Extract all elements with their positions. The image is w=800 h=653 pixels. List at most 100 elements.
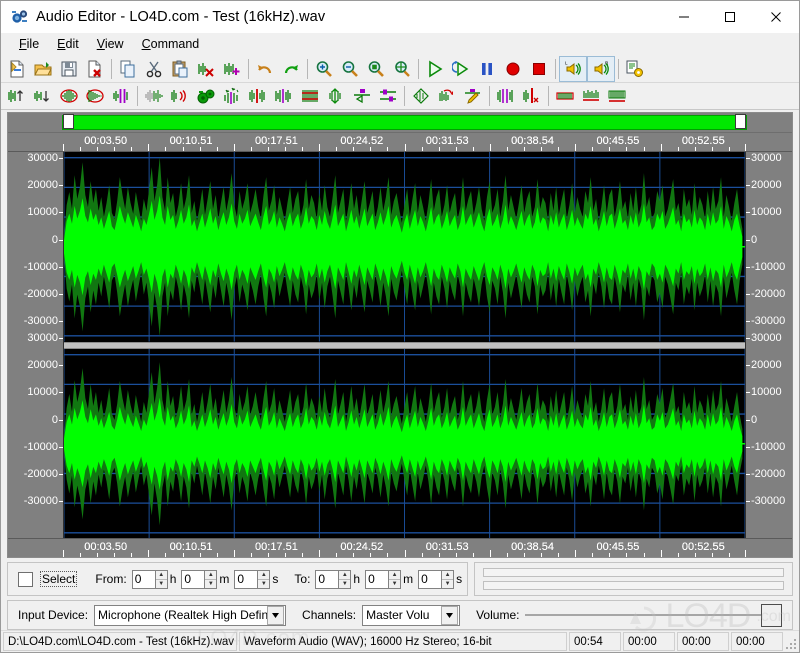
zoom-out-button[interactable] [337, 57, 363, 81]
stop-button[interactable] [526, 57, 552, 81]
paste-button[interactable] [167, 57, 193, 81]
expand-button[interactable] [323, 84, 349, 108]
from-hours-stepper[interactable]: ▲▼ [131, 569, 168, 589]
time-ruler-tick-minor [728, 147, 730, 151]
mix-button[interactable] [375, 84, 401, 108]
channel-view-2-button[interactable] [578, 84, 604, 108]
from-minutes-stepper[interactable]: ▲▼ [181, 569, 218, 589]
record-button[interactable] [500, 57, 526, 81]
chevron-down-icon[interactable] [441, 605, 459, 625]
maximize-button[interactable] [707, 1, 753, 33]
to-minutes-spin-buttons[interactable]: ▲ ▼ [388, 569, 402, 589]
fade-in-button[interactable] [56, 84, 82, 108]
menu-view[interactable]: View [88, 35, 133, 53]
trim-end-button[interactable] [519, 84, 545, 108]
new-file-button[interactable] [4, 57, 30, 81]
close-file-button[interactable] [82, 57, 108, 81]
play-button[interactable] [422, 57, 448, 81]
menu-command[interactable]: Command [133, 35, 209, 53]
to-label: To: [294, 572, 311, 586]
amplitude-axis-label: 0 [51, 413, 58, 426]
from-minutes-input[interactable] [181, 569, 205, 589]
waveform-canvas[interactable] [63, 152, 746, 538]
right-channel-button[interactable]: R [587, 55, 615, 82]
waveform-channel-right[interactable] [64, 348, 745, 538]
input-device-select[interactable]: Microphone (Realtek High Defin [94, 604, 287, 626]
from-seconds-stepper[interactable]: ▲▼ [234, 569, 271, 589]
insert-silence-button[interactable] [219, 57, 245, 81]
reverse-button[interactable] [271, 84, 297, 108]
envelope-button[interactable] [408, 84, 434, 108]
status-time-4: 00:00 [731, 632, 783, 651]
device-panel: Input Device: Microphone (Realtek High D… [7, 600, 793, 630]
channel-view-1-button[interactable] [552, 84, 578, 108]
selection-handle-right[interactable] [735, 114, 746, 129]
to-seconds-input[interactable] [418, 569, 442, 589]
to-hours-input[interactable] [315, 569, 339, 589]
delete-selection-button[interactable] [193, 57, 219, 81]
chevron-down-icon[interactable] [267, 605, 285, 625]
time-ruler-top[interactable]: 00:03.50 00:10.51 00:17.51 00:24.52 00:31.53… [8, 133, 792, 152]
zoom-fit-button[interactable] [389, 57, 415, 81]
channels-value: Master Volu [366, 608, 430, 622]
normalize-button[interactable] [108, 84, 134, 108]
resize-grip[interactable] [783, 631, 799, 652]
redo-button[interactable] [278, 57, 304, 81]
select-checkbox[interactable] [18, 571, 33, 587]
from-seconds-spin-buttons[interactable]: ▲ ▼ [257, 569, 271, 589]
undo-button[interactable] [252, 57, 278, 81]
from-hours-spin-buttons[interactable]: ▲ ▼ [154, 569, 168, 589]
open-file-button[interactable] [30, 57, 56, 81]
invert-button[interactable] [245, 84, 271, 108]
to-hours-stepper[interactable]: ▲▼ [315, 569, 352, 589]
from-seconds-input[interactable] [234, 569, 258, 589]
pause-button[interactable] [474, 57, 500, 81]
minimize-button[interactable] [661, 1, 707, 33]
settings-button[interactable] [622, 57, 648, 81]
time-ruler-bottom[interactable]: 00:03.50 00:10.51 00:17.51 00:24.52 00:31.53… [8, 538, 792, 557]
channels-select[interactable]: Master Volu [362, 604, 461, 626]
level-meter-right [483, 581, 784, 590]
close-button[interactable] [753, 1, 799, 33]
fade-out-button[interactable] [82, 84, 108, 108]
selection-range[interactable] [62, 115, 747, 130]
toolbar-separator [401, 85, 408, 107]
noise-reduction-button[interactable] [219, 84, 245, 108]
amplify-down-button[interactable] [30, 84, 56, 108]
channel-separator [64, 341, 745, 349]
cut-button[interactable] [141, 57, 167, 81]
selection-handle-left[interactable] [63, 114, 74, 129]
amplify-up-button[interactable] [4, 84, 30, 108]
from-minutes-spin-buttons[interactable]: ▲ ▼ [204, 569, 218, 589]
channel-view-3-button[interactable] [604, 84, 630, 108]
to-minutes-stepper[interactable]: ▲▼ [365, 569, 402, 589]
volume-label: Volume: [476, 608, 520, 622]
edit-notes-button[interactable] [460, 84, 486, 108]
to-minutes-input[interactable] [365, 569, 389, 589]
left-channel-button[interactable]: L [559, 55, 587, 82]
to-seconds-spin-buttons[interactable]: ▲ ▼ [441, 569, 455, 589]
menu-edit[interactable]: Edit [48, 35, 88, 53]
copy-button[interactable] [115, 57, 141, 81]
zoom-in-button[interactable] [311, 57, 337, 81]
time-ruler-tick-minor [250, 147, 252, 151]
from-hours-input[interactable] [131, 569, 155, 589]
selection-scrollbar[interactable] [8, 113, 792, 133]
pan-button[interactable] [349, 84, 375, 108]
zoom-selection-button[interactable] [363, 57, 389, 81]
resample-button[interactable] [434, 84, 460, 108]
filter-button[interactable] [297, 84, 323, 108]
equalizer-button[interactable] [141, 84, 167, 108]
volume-slider[interactable] [525, 603, 782, 627]
effects-button[interactable] [193, 84, 219, 108]
save-file-button[interactable] [56, 57, 82, 81]
time-ruler-tick-minor [609, 553, 611, 557]
menu-file[interactable]: File [10, 35, 48, 53]
play-loop-button[interactable] [448, 57, 474, 81]
to-seconds-stepper[interactable]: ▲▼ [418, 569, 455, 589]
to-hours-spin-buttons[interactable]: ▲ ▼ [338, 569, 352, 589]
volume-slider-thumb[interactable] [761, 603, 782, 627]
echo-button[interactable] [167, 84, 193, 108]
trim-start-button[interactable] [493, 84, 519, 108]
waveform-channel-left[interactable] [64, 152, 745, 342]
